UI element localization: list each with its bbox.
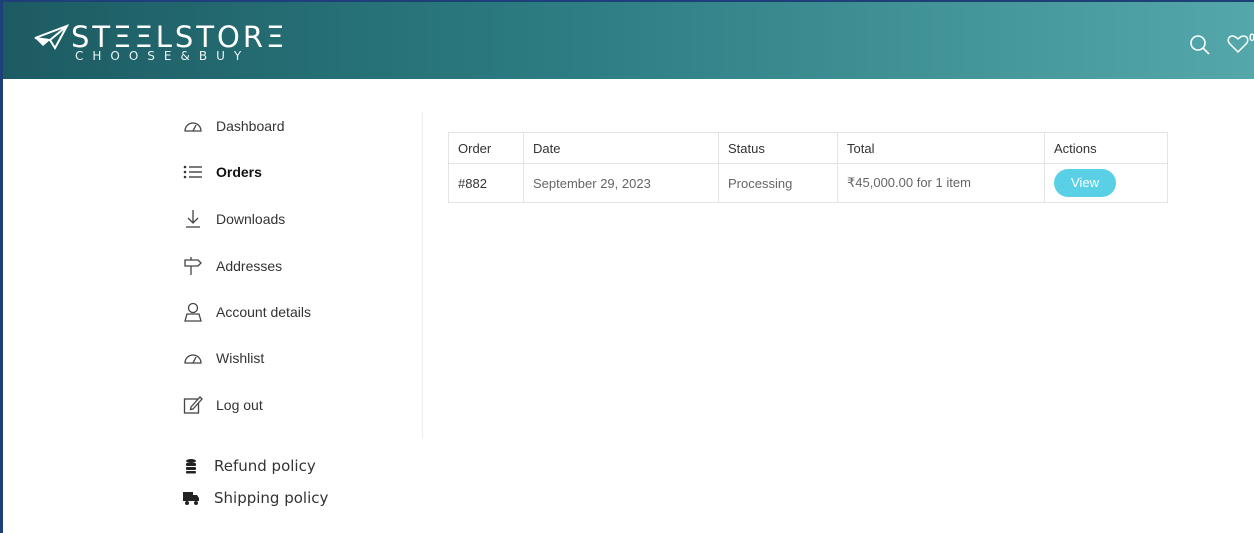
wishlist-count-badge: 0 xyxy=(1249,32,1254,44)
paper-plane-logo-icon xyxy=(34,24,69,50)
order-actions-cell: View xyxy=(1044,163,1168,203)
column-header-actions: Actions xyxy=(1044,132,1168,164)
nav-downloads[interactable]: Downloads xyxy=(172,205,285,233)
view-order-button[interactable]: View xyxy=(1054,169,1116,197)
nav-label: Orders xyxy=(216,164,262,180)
orders-table: Order Date Status Total Actions #882 Sep… xyxy=(448,132,1168,203)
brand-tagline: CHOOSE&BUY xyxy=(75,49,251,63)
truck-icon xyxy=(180,488,202,508)
order-number-link[interactable]: #882 xyxy=(448,163,524,203)
policy-label: Shipping policy xyxy=(214,489,329,507)
nav-label: Log out xyxy=(216,397,263,413)
signpost-icon xyxy=(180,255,206,277)
column-header-total: Total xyxy=(837,132,1045,164)
column-header-date: Date xyxy=(523,132,719,164)
policy-label: Refund policy xyxy=(214,457,316,475)
order-date: September 29, 2023 xyxy=(523,163,719,203)
search-icon[interactable] xyxy=(1189,34,1211,56)
table-header-row: Order Date Status Total Actions xyxy=(448,132,1168,164)
site-logo[interactable]: STΞΞLSTORΞ CHOOSE&BUY xyxy=(33,20,284,64)
user-icon xyxy=(180,301,206,323)
gauge-icon xyxy=(180,347,206,369)
nav-orders[interactable]: Orders xyxy=(172,158,262,186)
site-header: STΞΞLSTORΞ CHOOSE&BUY 0 xyxy=(3,2,1254,79)
nav-addresses[interactable]: Addresses xyxy=(172,252,282,280)
nav-label: Account details xyxy=(216,304,311,320)
heart-icon[interactable] xyxy=(1227,34,1249,54)
nav-wishlist[interactable]: Wishlist xyxy=(172,344,264,372)
column-header-status: Status xyxy=(718,132,838,164)
nav-label: Downloads xyxy=(216,211,286,227)
order-total: ₹45,000.00 for 1 item xyxy=(837,163,1045,203)
shipping-policy-link[interactable]: Shipping policy xyxy=(180,488,328,508)
download-icon xyxy=(180,208,206,230)
order-status: Processing xyxy=(718,163,838,203)
coins-icon xyxy=(180,456,202,476)
table-row: #882 September 29, 2023 Processing ₹45,0… xyxy=(448,163,1168,203)
nav-logout[interactable]: Log out xyxy=(172,391,263,419)
nav-label: Wishlist xyxy=(216,350,265,366)
list-icon xyxy=(180,161,206,183)
edit-icon xyxy=(180,394,206,416)
window-frame-left xyxy=(0,0,3,533)
nav-dashboard[interactable]: Dashboard xyxy=(172,112,285,140)
column-header-order: Order xyxy=(448,132,524,164)
refund-policy-link[interactable]: Refund policy xyxy=(180,456,316,476)
account-sidebar: Dashboard Orders Downloads Addresses Acc… xyxy=(172,112,423,438)
gauge-icon xyxy=(180,115,206,137)
nav-label: Addresses xyxy=(216,258,283,274)
nav-label: Dashboard xyxy=(216,118,285,134)
nav-account-details[interactable]: Account details xyxy=(172,298,311,326)
